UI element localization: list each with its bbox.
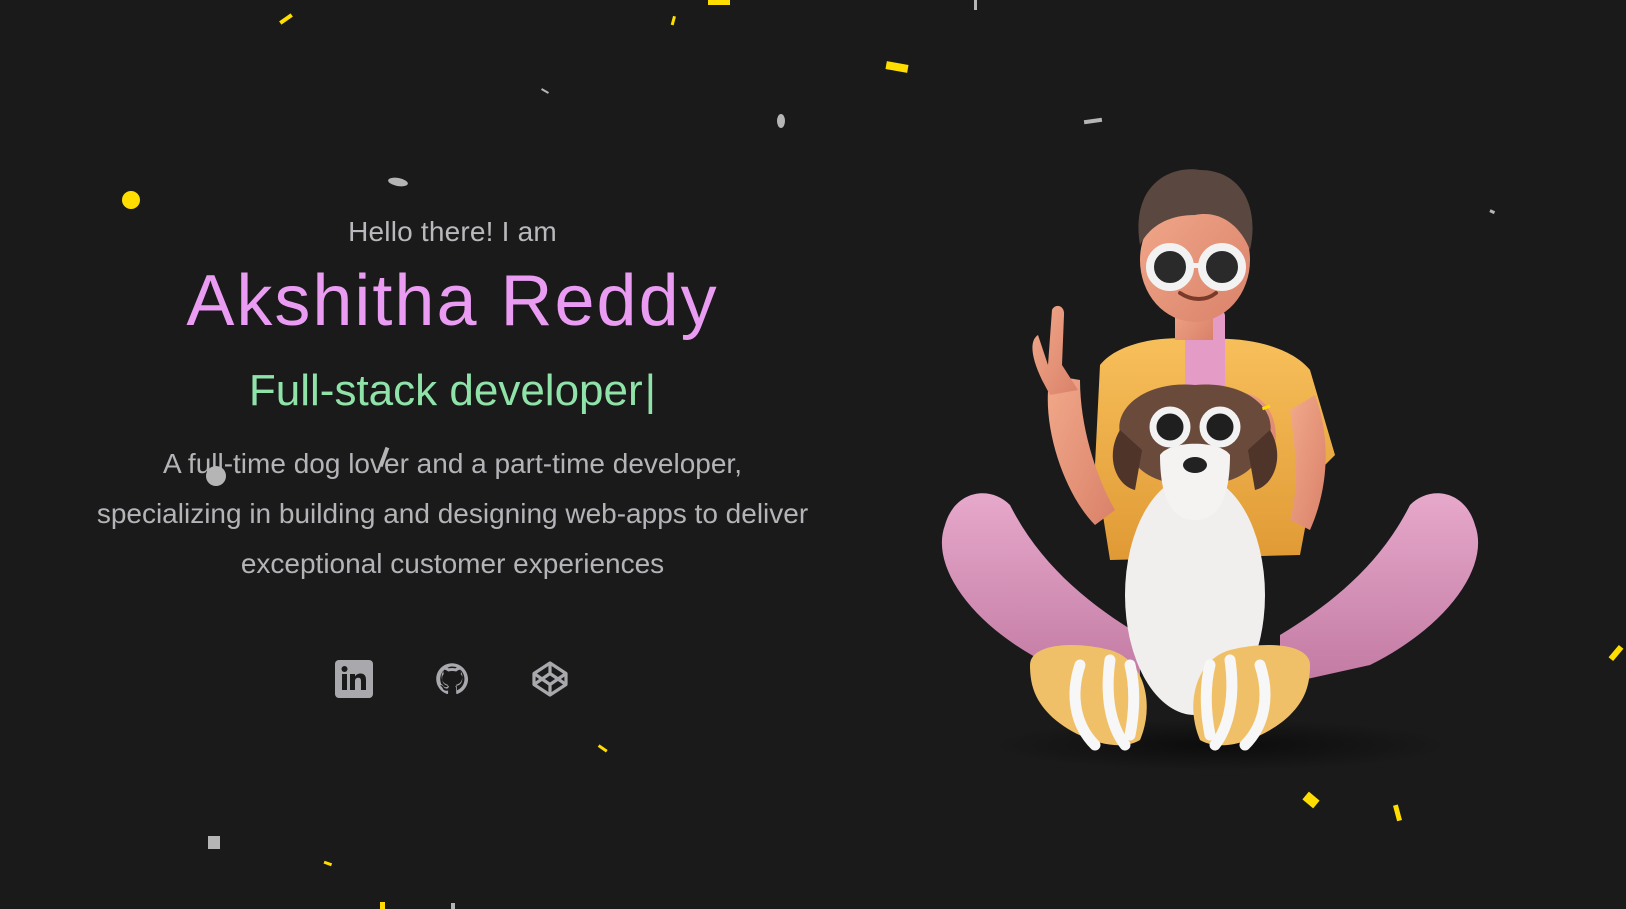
confetti-piece bbox=[974, 0, 977, 10]
description-line: A full-time dog lover and a part-time de… bbox=[163, 448, 742, 479]
confetti-piece bbox=[323, 860, 333, 867]
confetti-piece bbox=[451, 903, 455, 909]
github-link[interactable] bbox=[433, 662, 471, 700]
description-line: specializing in building and designing w… bbox=[96, 498, 809, 529]
confetti-piece bbox=[1489, 209, 1496, 215]
typing-caret: | bbox=[644, 366, 657, 415]
github-icon bbox=[434, 661, 470, 702]
intro-text-block: Hello there! I am Akshitha Reddy Full-st… bbox=[60, 200, 845, 589]
hero-name: Akshitha Reddy bbox=[186, 261, 719, 341]
greeting-text: Hello there! I am bbox=[348, 216, 557, 247]
confetti-piece bbox=[388, 177, 408, 187]
confetti-piece bbox=[885, 61, 909, 73]
description-text: A full-time dog lover and a part-time de… bbox=[60, 439, 845, 589]
role-text: Full-stack developer bbox=[248, 366, 643, 415]
codepen-link[interactable] bbox=[531, 660, 569, 703]
linkedin-link[interactable] bbox=[335, 659, 373, 703]
social-links bbox=[335, 659, 569, 703]
confetti-piece bbox=[1392, 804, 1402, 822]
confetti-piece bbox=[279, 13, 293, 25]
confetti-piece bbox=[380, 902, 385, 909]
confetti-piece bbox=[1083, 117, 1103, 125]
confetti-piece bbox=[1608, 644, 1624, 662]
avatar-with-dog-illustration bbox=[930, 165, 1490, 795]
linkedin-icon bbox=[335, 659, 373, 703]
codepen-icon bbox=[531, 660, 569, 703]
confetti-piece bbox=[777, 114, 785, 128]
confetti-piece bbox=[208, 836, 220, 849]
confetti-piece bbox=[670, 15, 676, 26]
confetti-piece bbox=[597, 744, 608, 753]
confetti-piece bbox=[541, 88, 549, 94]
description-line: exceptional customer experiences bbox=[240, 548, 665, 579]
confetti-piece bbox=[708, 0, 730, 5]
hero-section: Hello there! I am Akshitha Reddy Full-st… bbox=[0, 0, 1626, 909]
role-typing-line: Full-stack developer| bbox=[60, 365, 845, 417]
